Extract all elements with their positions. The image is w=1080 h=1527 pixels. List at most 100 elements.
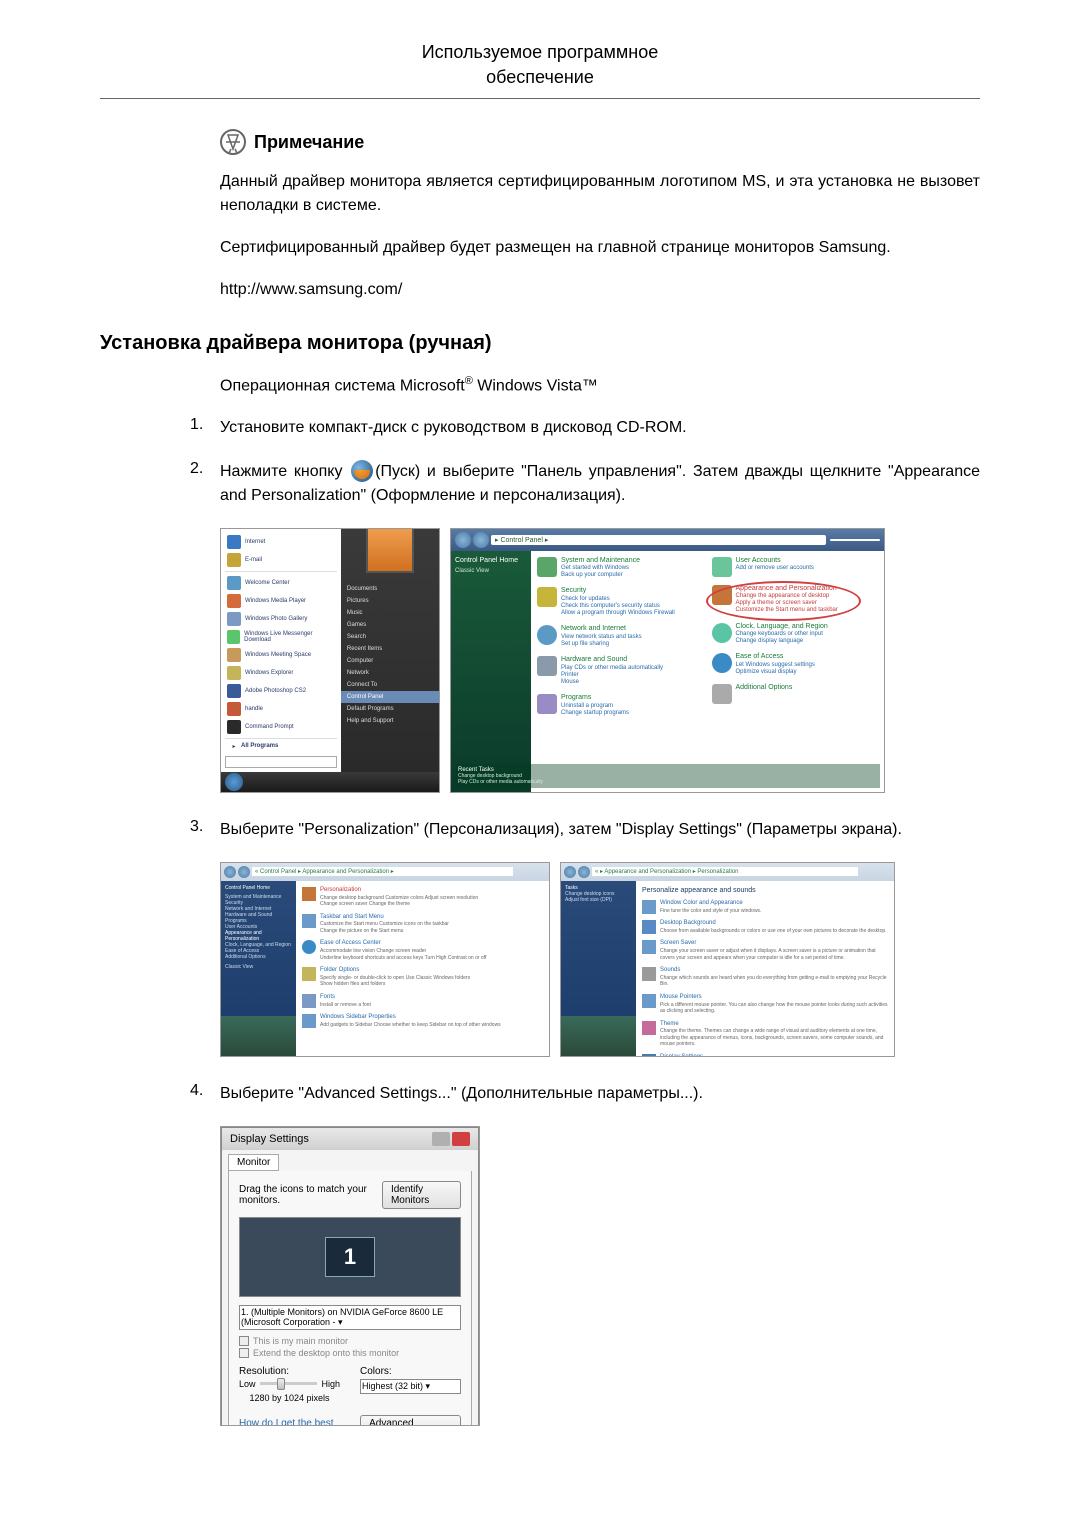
sr-item-pictures[interactable]: Pictures [341, 595, 439, 607]
start-item-gallery[interactable]: Windows Photo Gallery [225, 610, 337, 628]
extend-checkbox[interactable] [239, 1348, 249, 1358]
sb-classic[interactable]: Classic View [225, 964, 292, 970]
sr-item-search[interactable]: Search [341, 631, 439, 643]
pb-screensaver[interactable]: Screen SaverChange your screen saver or … [642, 940, 888, 961]
cp-cat-security[interactable]: SecurityCheck for updates Check this com… [537, 587, 704, 617]
window-controls [432, 1132, 470, 1146]
cp-cat-users[interactable]: User AccountsAdd or remove user accounts [712, 557, 879, 577]
personalization-icon [302, 887, 316, 901]
ds-tab-monitor[interactable]: Monitor [228, 1154, 279, 1171]
advanced-settings-button[interactable]: Advanced Settings... [360, 1415, 461, 1426]
step-4-screenshot-wrap: Display Settings Monitor Drag the icons … [220, 1126, 980, 1426]
folder-icon [302, 967, 316, 981]
personalization-main: Personalize appearance and sounds Window… [636, 881, 894, 1056]
resolution-slider[interactable] [260, 1382, 318, 1385]
pb-theme[interactable]: ThemeChange the theme. Themes can change… [642, 1021, 888, 1048]
sb-font-size[interactable]: Adjust font size (DPI) [565, 897, 632, 903]
additional-icon [712, 684, 732, 704]
sr-item-help[interactable]: Help and Support [341, 715, 439, 727]
minimize-button[interactable] [432, 1132, 450, 1146]
start-item-handle[interactable]: handle [225, 700, 337, 718]
start-item-photoshop[interactable]: Adobe Photoshop CS2 [225, 682, 337, 700]
taskbar-start-button[interactable] [225, 773, 243, 791]
start-item-email[interactable]: E-mail [225, 551, 337, 569]
help-link[interactable]: How do I get the best display? [239, 1418, 360, 1426]
cp-cat-hardware[interactable]: Hardware and SoundPlay CDs or other medi… [537, 656, 704, 686]
step-1: 1. Установите компакт-диск с руководство… [190, 416, 980, 440]
appearance-sidebar: Control Panel Home System and Maintenanc… [221, 881, 296, 1056]
ps-icon [227, 684, 241, 698]
cp-cat-system[interactable]: System and MaintenanceGet started with W… [537, 557, 704, 580]
sr-item-music[interactable]: Music [341, 607, 439, 619]
back-button[interactable] [564, 866, 576, 878]
pb-display-settings[interactable]: Display SettingsAdjust your monitor reso… [642, 1054, 888, 1057]
sr-item-control-panel[interactable]: Control Panel [341, 691, 439, 703]
sb-home[interactable]: Control Panel Home [225, 885, 292, 891]
sr-item-computer[interactable]: Computer [341, 655, 439, 667]
cp-cat-network[interactable]: Network and InternetView network status … [537, 625, 704, 648]
pb-sounds[interactable]: SoundsChange which sounds are heard when… [642, 967, 888, 988]
screenshot-personalization: « ▸ Appearance and Personalization ▸ Per… [560, 862, 895, 1057]
sr-item-network[interactable]: Network [341, 667, 439, 679]
pb-mouse[interactable]: Mouse PointersPick a different mouse poi… [642, 994, 888, 1015]
monitor-preview-area[interactable]: 1 [239, 1217, 461, 1297]
colors-select[interactable]: Highest (32 bit) ▾ [360, 1379, 461, 1394]
start-item-wmp[interactable]: Windows Media Player [225, 592, 337, 610]
start-search-input[interactable] [225, 756, 337, 768]
breadcrumb[interactable]: ▸ Control Panel ▸ [491, 535, 826, 545]
sr-item-connect[interactable]: Connect To [341, 679, 439, 691]
pa-fonts[interactable]: FontsInstall or remove a font [302, 994, 543, 1008]
note-icon [220, 129, 246, 155]
sidebar-icon [302, 1014, 316, 1028]
sounds-icon [642, 967, 656, 981]
pa-taskbar[interactable]: Taskbar and Start MenuCustomize the Star… [302, 914, 543, 935]
identify-monitors-button[interactable]: Identify Monitors [382, 1181, 461, 1209]
sr-item-documents[interactable]: Documents [341, 583, 439, 595]
start-item-internet[interactable]: Internet [225, 533, 337, 551]
screensaver-icon [642, 940, 656, 954]
pa-folder[interactable]: Folder OptionsSpecify single- or double-… [302, 967, 543, 988]
start-item-meeting[interactable]: Windows Meeting Space [225, 646, 337, 664]
sb-clock[interactable]: Clock, Language, and Region [225, 942, 292, 948]
start-item-welcome[interactable]: Welcome Center [225, 574, 337, 592]
cp-cat-programs[interactable]: ProgramsUninstall a program Change start… [537, 694, 704, 717]
breadcrumb[interactable]: « Control Panel ▸ Appearance and Persona… [252, 867, 513, 876]
sidebar-bottom [221, 1016, 296, 1056]
breadcrumb[interactable]: « ▸ Appearance and Personalization ▸ Per… [592, 867, 858, 876]
main-monitor-checkbox[interactable] [239, 1336, 249, 1346]
pa-personalization[interactable]: PersonalizationChange desktop background… [302, 887, 543, 908]
cp-titlebar: ▸ Control Panel ▸ [451, 529, 884, 551]
cp-cat-ease[interactable]: Ease of AccessLet Windows suggest settin… [712, 653, 879, 676]
cp-cat-additional[interactable]: Additional Options [712, 684, 879, 704]
colors-label: Colors: [360, 1366, 461, 1377]
forward-button[interactable] [578, 866, 590, 878]
start-item-explorer[interactable]: Windows Explorer [225, 664, 337, 682]
slider-thumb[interactable] [277, 1378, 285, 1390]
sr-item-recent[interactable]: Recent Items [341, 643, 439, 655]
meeting-icon [227, 648, 241, 662]
pa-ease[interactable]: Ease of Access CenterAccommodate low vis… [302, 940, 543, 961]
forward-button[interactable] [473, 532, 489, 548]
os-suffix: Windows Vista™ [473, 378, 598, 395]
back-button[interactable] [224, 866, 236, 878]
monitor-1-icon[interactable]: 1 [325, 1237, 375, 1277]
search-input[interactable] [830, 539, 880, 541]
monitor-select[interactable]: 1. (Multiple Monitors) on NVIDIA GeForce… [239, 1305, 461, 1330]
start-all-programs[interactable]: ▸All Programs [225, 741, 337, 752]
pb-window-color[interactable]: Window Color and AppearanceFine tune the… [642, 900, 888, 914]
sb-additional[interactable]: Additional Options [225, 954, 292, 960]
close-button[interactable] [452, 1132, 470, 1146]
cp-sidebar-classic[interactable]: Classic View [455, 568, 527, 574]
start-item-cmd[interactable]: Command Prompt [225, 718, 337, 736]
sb-appearance[interactable]: Appearance and Personalization [225, 930, 292, 942]
forward-button[interactable] [238, 866, 250, 878]
pa-sidebar[interactable]: Windows Sidebar PropertiesAdd gadgets to… [302, 1014, 543, 1028]
cp-cat-clock[interactable]: Clock, Language, and RegionChange keyboa… [712, 623, 879, 646]
cp-sidebar-home[interactable]: Control Panel Home [455, 557, 527, 564]
desktop-bg-icon [642, 920, 656, 934]
sr-item-default[interactable]: Default Programs [341, 703, 439, 715]
start-item-messenger[interactable]: Windows Live Messenger Download [225, 628, 337, 646]
sr-item-games[interactable]: Games [341, 619, 439, 631]
pb-desktop-bg[interactable]: Desktop BackgroundChoose from available … [642, 920, 888, 934]
back-button[interactable] [455, 532, 471, 548]
